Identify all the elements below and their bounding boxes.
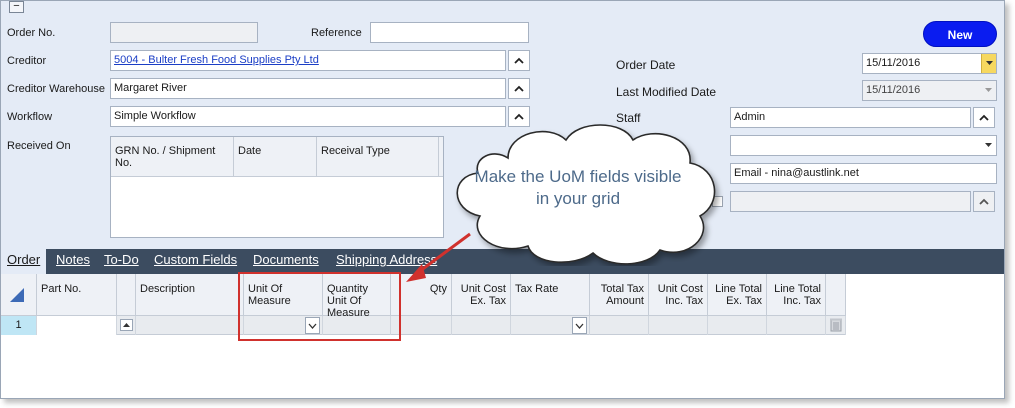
col-tax-rate[interactable]: Tax Rate: [511, 274, 590, 316]
date-picker-button[interactable]: [981, 54, 996, 73]
order-grid[interactable]: Part No. Description Unit Of Measure Qua…: [1, 274, 1004, 398]
col-part-lookup: [117, 274, 136, 316]
col-part-no[interactable]: Part No.: [37, 274, 117, 316]
extra-expand-button[interactable]: [973, 191, 995, 212]
tab-order[interactable]: Order: [1, 249, 47, 274]
creditor-field[interactable]: 5004 - Bulter Fresh Food Supplies Pty Lt…: [110, 50, 506, 71]
line-total-ex-tax-cell[interactable]: [708, 316, 767, 335]
col-total-tax-amount[interactable]: Total Tax Amount: [590, 274, 649, 316]
uom-columns-highlight: [238, 272, 401, 341]
col-delete: [826, 274, 846, 316]
order-date-label: Order Date: [616, 58, 676, 72]
col-line-total-ex-tax[interactable]: Line Total Ex. Tax: [708, 274, 767, 316]
staff-expand-button[interactable]: [973, 107, 995, 128]
description-cell[interactable]: [136, 316, 244, 335]
part-lookup-button[interactable]: [120, 319, 133, 331]
col-line-total-inc-tax[interactable]: Line Total Inc. Tax: [767, 274, 826, 316]
chevron-down-icon: [575, 323, 584, 329]
callout-arrow: [406, 232, 471, 282]
order-date-field[interactable]: 15/11/2016: [862, 53, 997, 74]
unit-cost-ex-tax-cell[interactable]: [452, 316, 511, 335]
unit-cost-inc-tax-cell[interactable]: [649, 316, 708, 335]
email-field[interactable]: Email - nina@austlink.net: [730, 163, 997, 184]
last-modified-dropdown: [981, 81, 996, 100]
creditor-warehouse-field[interactable]: Margaret River: [110, 78, 506, 99]
col-description[interactable]: Description: [136, 274, 244, 316]
reference-field[interactable]: [370, 22, 529, 43]
tab-documents[interactable]: Documents: [253, 252, 319, 267]
last-modified-value: 15/11/2016: [866, 84, 921, 96]
grn-col-receival-type[interactable]: Receival Type: [317, 137, 439, 176]
warehouse-expand-button[interactable]: [508, 78, 530, 99]
chevron-down-icon: [985, 88, 992, 92]
col-unit-cost-inc-tax[interactable]: Unit Cost Inc. Tax: [649, 274, 708, 316]
grn-grid[interactable]: GRN No. / Shipment No. Date Receival Typ…: [110, 136, 444, 238]
contact-dropdown[interactable]: [730, 135, 997, 156]
collapse-button[interactable]: −: [9, 1, 24, 13]
grn-grid-header: GRN No. / Shipment No. Date Receival Typ…: [111, 137, 443, 177]
chevron-up-icon: [514, 85, 524, 92]
grn-col-grn-no[interactable]: GRN No. / Shipment No.: [111, 137, 234, 176]
creditor-label: Creditor: [7, 55, 47, 67]
last-modified-field: 15/11/2016: [862, 80, 997, 101]
total-tax-amount-cell[interactable]: [590, 316, 649, 335]
line-total-inc-tax-cell[interactable]: [767, 316, 826, 335]
order-no-label: Order No.: [7, 27, 56, 39]
table-row[interactable]: 1: [1, 316, 846, 335]
creditor-warehouse-label: Creditor Warehouse: [7, 83, 106, 95]
order-no-field[interactable]: [110, 22, 258, 43]
reference-label: Reference: [311, 27, 362, 39]
part-no-cell[interactable]: [37, 316, 117, 335]
callout-text: Make the UoM fields visible in your grid: [474, 167, 682, 208]
last-modified-label: Last Modified Date: [616, 85, 717, 99]
tab-to-do[interactable]: To-Do: [104, 252, 139, 267]
tab-custom-fields[interactable]: Custom Fields: [154, 252, 237, 267]
new-button[interactable]: New: [923, 21, 997, 47]
chevron-down-icon: [985, 61, 993, 65]
part-lookup-cell[interactable]: [117, 316, 136, 335]
extra-field: [730, 191, 971, 212]
order-date-value: 15/11/2016: [866, 57, 921, 69]
select-all-icon: [10, 288, 24, 302]
tax-rate-dropdown-button[interactable]: [572, 317, 587, 334]
tax-rate-cell[interactable]: [511, 316, 590, 335]
trash-icon: [830, 318, 842, 332]
delete-cell[interactable]: [826, 316, 846, 335]
caret-up-icon: [123, 323, 130, 327]
grn-col-date[interactable]: Date: [234, 137, 317, 176]
chevron-up-icon: [979, 198, 989, 205]
creditor-expand-button[interactable]: [508, 50, 530, 71]
chevron-up-icon: [979, 114, 989, 121]
row-number[interactable]: 1: [1, 316, 37, 335]
contact-dropdown-button[interactable]: [981, 136, 996, 155]
tab-notes[interactable]: Notes: [56, 252, 90, 267]
row-selector-header[interactable]: [1, 274, 37, 316]
staff-field[interactable]: Admin: [730, 107, 971, 128]
chevron-down-icon: [985, 143, 992, 147]
workflow-label: Workflow: [7, 111, 53, 123]
chevron-up-icon: [514, 57, 524, 64]
received-on-label: Received On: [7, 140, 71, 152]
